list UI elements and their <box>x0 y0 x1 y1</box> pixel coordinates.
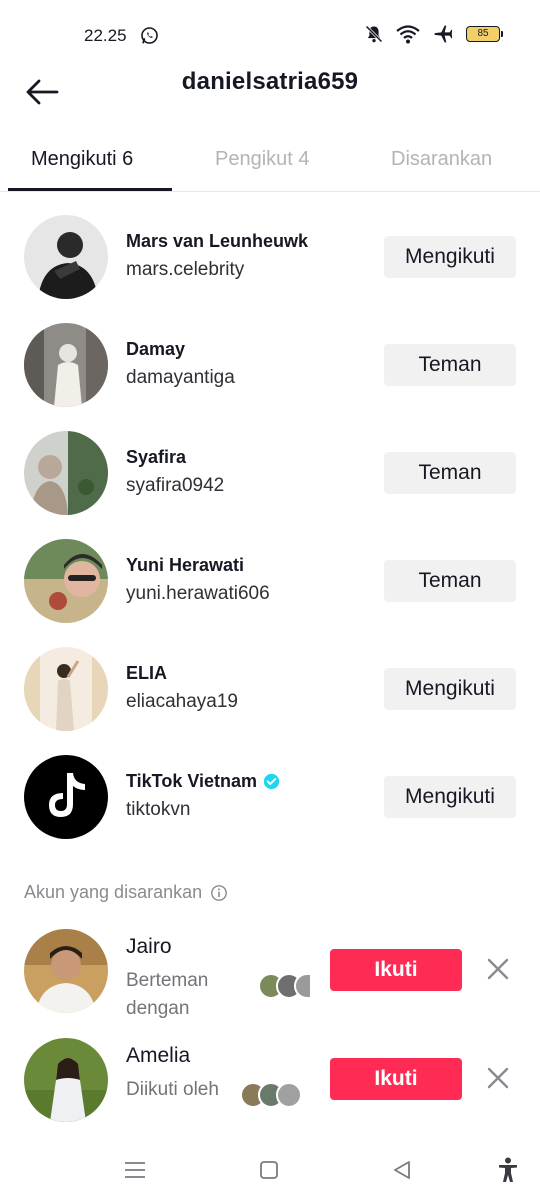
user-name: ELIA <box>126 663 167 684</box>
avatar[interactable] <box>24 929 108 1013</box>
mutual-avatars <box>258 973 314 1001</box>
user-name: Damay <box>126 339 185 360</box>
mutual-avatar <box>276 1082 302 1108</box>
page-title: danielsatria659 <box>181 68 359 95</box>
list-item[interactable]: Mars van Leunheuwk mars.celebrity Mengik… <box>0 207 540 307</box>
tab-suggested[interactable]: Disarankan <box>391 148 492 171</box>
following-button[interactable]: Mengikuti <box>384 668 516 710</box>
accessibility-icon <box>499 1157 517 1182</box>
user-name-text: TikTok Vietnam <box>126 771 258 791</box>
user-name-text: ELIA <box>126 663 168 683</box>
mutual-avatars <box>240 1082 310 1110</box>
list-item[interactable]: Damay damayantiga Teman <box>0 315 540 415</box>
close-icon[interactable] <box>484 955 512 983</box>
wifi-icon <box>396 25 420 44</box>
following-button[interactable]: Mengikuti <box>384 236 516 278</box>
home-button[interactable] <box>253 1154 285 1186</box>
tab-following[interactable]: Mengikuti 6 <box>31 148 133 171</box>
menu-icon <box>125 1162 145 1178</box>
user-name: Amelia <box>126 1044 191 1067</box>
recent-apps-button[interactable] <box>119 1154 151 1186</box>
mutual-text: Diikuti oleh <box>126 1079 219 1100</box>
verified-badge-icon <box>263 773 280 790</box>
status-time: 22.25 <box>84 26 127 45</box>
accessibility-button[interactable] <box>492 1154 524 1186</box>
system-back-button[interactable] <box>386 1154 418 1186</box>
user-handle: yuni.herawati606 <box>126 583 270 604</box>
suggested-title: Akun yang disarankan <box>24 882 203 902</box>
user-name-text: Yuni Herawati <box>126 555 245 575</box>
friends-button[interactable]: Teman <box>384 344 516 386</box>
user-name: Yuni Herawati <box>126 555 244 576</box>
list-item[interactable]: Yuni Herawati yuni.herawati606 Teman <box>0 531 540 631</box>
user-handle: eliacahaya19 <box>126 691 238 712</box>
user-handle: tiktokvn <box>126 799 191 820</box>
follow-button[interactable]: Ikuti <box>330 1058 462 1100</box>
tab-followers[interactable]: Pengikut 4 <box>215 148 310 171</box>
bell-muted-icon <box>365 25 383 43</box>
user-handle: damayantiga <box>126 367 235 388</box>
whatsapp-icon <box>141 27 158 44</box>
status-bar: 22.25 85 <box>0 0 540 72</box>
avatar[interactable] <box>24 431 108 515</box>
tab-bar: Mengikuti 6 Pengikut 4 Disarankan <box>0 130 540 192</box>
friends-button[interactable]: Teman <box>384 452 516 494</box>
info-icon[interactable] <box>210 884 228 902</box>
user-name: Mars van Leunheuwk <box>126 231 308 252</box>
list-item[interactable]: ELIA eliacahaya19 Mengikuti <box>0 639 540 739</box>
user-name-text: Damay <box>126 339 186 359</box>
avatar[interactable] <box>24 647 108 731</box>
status-icons: 85 <box>364 24 503 44</box>
mutual-text: Berteman dengan <box>126 970 209 1019</box>
user-handle: mars.celebrity <box>126 259 245 280</box>
avatar[interactable] <box>24 755 108 839</box>
list-item[interactable]: TikTok Vietnam tiktokvn Mengikuti <box>0 747 540 847</box>
user-name: TikTok Vietnam <box>126 771 280 792</box>
suggested-item[interactable]: Amelia Diikuti oleh Ikuti <box>0 1038 540 1138</box>
avatar[interactable] <box>24 323 108 407</box>
user-name: Syafira <box>126 447 186 468</box>
list-item[interactable]: Syafira syafira0942 Teman <box>0 423 540 523</box>
following-button[interactable]: Mengikuti <box>384 776 516 818</box>
avatar[interactable] <box>24 215 108 299</box>
back-triangle-icon <box>394 1161 410 1179</box>
friends-button[interactable]: Teman <box>384 560 516 602</box>
suggested-header: Akun yang disarankan <box>24 882 228 903</box>
user-handle: syafira0942 <box>126 475 225 496</box>
user-name-text: Syafira <box>126 447 187 467</box>
airplane-icon <box>434 25 453 43</box>
close-icon[interactable] <box>484 1064 512 1092</box>
avatar[interactable] <box>24 539 108 623</box>
user-name-text: Mars van Leunheuwk <box>126 231 309 251</box>
user-name: Jairo <box>126 935 172 958</box>
active-tab-indicator <box>8 188 172 191</box>
home-square-icon <box>260 1161 278 1179</box>
avatar[interactable] <box>24 1038 108 1122</box>
battery-indicator: 85 <box>466 26 503 42</box>
system-nav-bar <box>0 1140 540 1200</box>
suggested-item[interactable]: Jairo Berteman dengan Ikuti <box>0 929 540 1029</box>
follow-button[interactable]: Ikuti <box>330 949 462 991</box>
